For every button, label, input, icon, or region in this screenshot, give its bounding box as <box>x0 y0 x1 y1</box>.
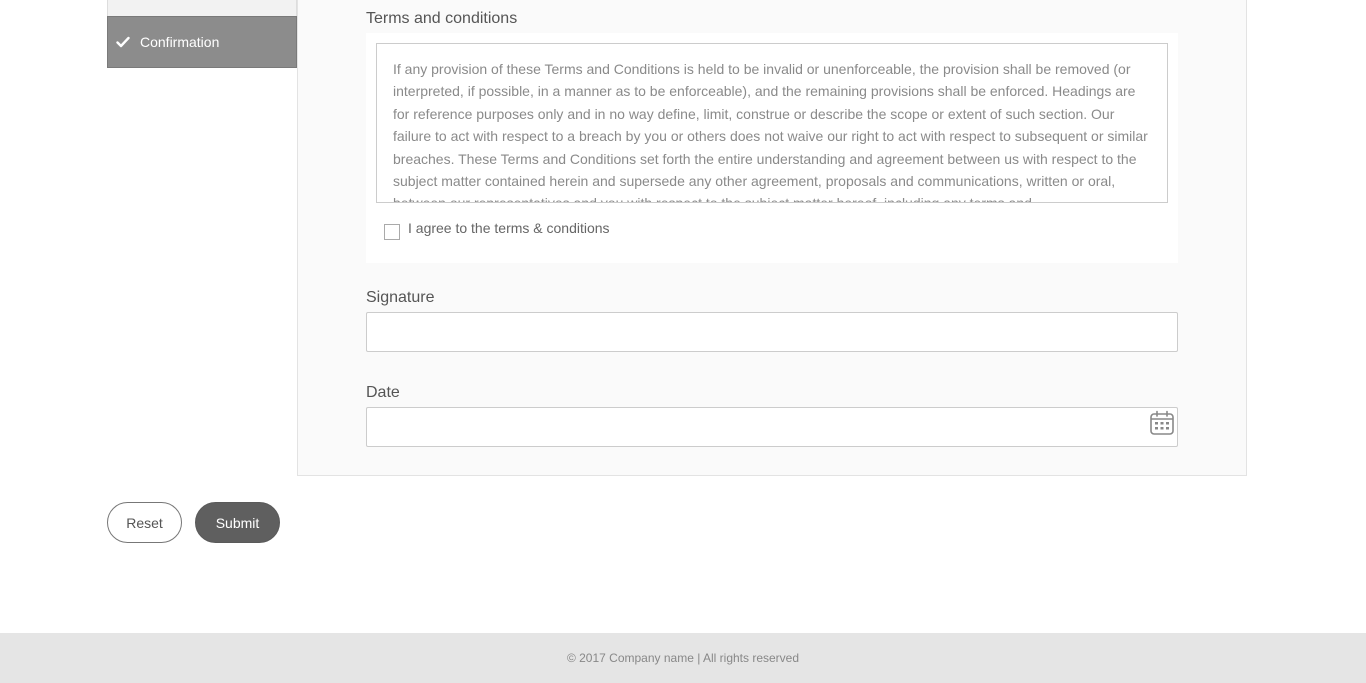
reset-button[interactable]: Reset <box>107 502 182 543</box>
signature-label: Signature <box>366 289 435 306</box>
page: Confirmation Terms and conditions If any… <box>0 0 1366 683</box>
signature-input[interactable] <box>366 312 1178 352</box>
terms-label: Terms and conditions <box>366 10 518 27</box>
agree-checkbox[interactable] <box>384 224 400 240</box>
terms-scrollbox[interactable]: If any provision of these Terms and Cond… <box>376 43 1168 203</box>
submit-button[interactable]: Submit <box>195 502 280 543</box>
sidebar-item-previous[interactable] <box>107 0 297 16</box>
footer: © 2017 Company name | All rights reserve… <box>0 633 1366 683</box>
terms-container: If any provision of these Terms and Cond… <box>366 33 1178 263</box>
sidebar: Confirmation <box>107 0 297 68</box>
agree-label: I agree to the terms & conditions <box>408 220 610 236</box>
sidebar-item-confirmation[interactable]: Confirmation <box>107 16 297 68</box>
agree-row[interactable]: I agree to the terms & conditions <box>384 216 610 240</box>
sidebar-item-label: Confirmation <box>140 34 220 50</box>
date-label: Date <box>366 384 400 401</box>
terms-text: If any provision of these Terms and Cond… <box>393 61 1148 202</box>
check-icon <box>116 35 130 49</box>
calendar-icon[interactable] <box>1149 410 1175 436</box>
date-input[interactable] <box>366 407 1178 447</box>
footer-copyright: © 2017 Company name | All rights reserve… <box>566 651 800 665</box>
